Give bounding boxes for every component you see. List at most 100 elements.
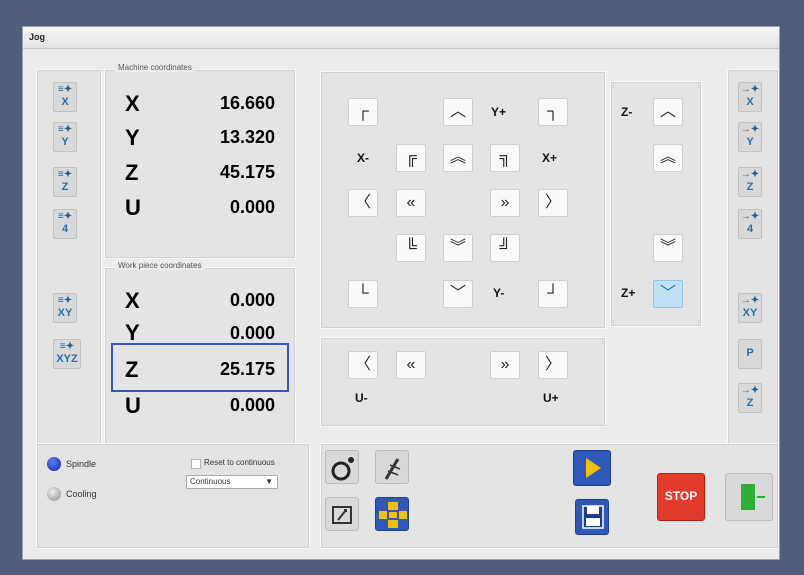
machine-value-x: 16.660 — [219, 93, 275, 113]
probe-icon — [331, 457, 354, 481]
run-button[interactable] — [573, 450, 611, 486]
jog-x-minus-fast-button[interactable]: « — [396, 189, 426, 217]
jog-z-minus-fast-button[interactable]: ︽ — [653, 144, 683, 172]
jog-y-minus-fast-button[interactable]: ︾ — [443, 234, 473, 262]
jog-corner-bottom-right-fast[interactable]: ╝ — [490, 234, 520, 262]
set-icon: →✦ — [740, 211, 760, 222]
go-button[interactable] — [725, 473, 773, 521]
set-icon: →✦ — [740, 385, 760, 396]
jog-y-minus-button[interactable]: ﹀ — [443, 280, 473, 308]
reset-continuous-label: Reset to continuous — [204, 458, 275, 467]
play-icon — [586, 458, 601, 478]
jog-x-plus-fast-button[interactable]: » — [490, 189, 520, 217]
set-icon: →✦ — [740, 295, 760, 306]
measure-button[interactable] — [325, 497, 359, 531]
jog-u-plus-fast-button[interactable]: » — [490, 351, 520, 379]
machine-axis-u: U — [125, 195, 141, 220]
probe-button[interactable] — [325, 450, 359, 484]
set-icon: →✦ — [740, 169, 760, 180]
machine-axis-y: Y — [125, 125, 140, 150]
jog-y-plus-label: Y+ — [491, 105, 507, 119]
spindle-indicator[interactable] — [47, 457, 61, 471]
zero-z-button[interactable]: ≡✦ Z — [53, 167, 77, 197]
workpiece-coordinates-title: Work piece coordinates — [115, 261, 205, 270]
jog-corner-top-left-fast[interactable]: ╔ — [396, 144, 426, 172]
jog-x-plus-button[interactable]: 〉 — [538, 189, 568, 217]
machine-axis-z: Z — [125, 160, 139, 185]
jog-u-plus-button[interactable]: 〉 — [538, 351, 568, 379]
machine-coordinates-title: Machine coordinates — [115, 63, 195, 72]
cooling-indicator[interactable] — [47, 487, 61, 501]
jog-corner-bottom-right[interactable]: ┘ — [538, 280, 568, 308]
zero-xyz-button[interactable]: ≡✦ XYZ — [53, 339, 81, 369]
jog-x-minus-button[interactable]: 〈 — [348, 189, 378, 217]
set-icon: →✦ — [740, 124, 760, 135]
zero-icon: ≡✦ — [57, 295, 73, 306]
machine-axis-x: X — [125, 91, 140, 116]
title-bar: Jog — [23, 27, 779, 49]
jog-corner-top-left[interactable]: ┌ — [348, 98, 378, 126]
jog-z-minus-button[interactable]: ︿ — [653, 98, 683, 126]
mode-select-value: Continuous — [190, 477, 231, 486]
jog-z-plus-label: Z+ — [621, 286, 636, 300]
machine-value-y: 13.320 — [219, 127, 275, 147]
jog-corner-bottom-left-fast[interactable]: ╚ — [396, 234, 426, 262]
tool-icon — [384, 458, 401, 480]
zero-4-button[interactable]: ≡✦ 4 — [53, 209, 77, 239]
set-xy-button[interactable]: →✦ XY — [738, 293, 762, 323]
jog-u-plus-label: U+ — [543, 391, 559, 405]
tool-length-button[interactable] — [375, 450, 409, 484]
exit-icon — [741, 484, 765, 510]
zero-x-button[interactable]: ≡✦ X — [53, 82, 77, 112]
jog-corner-top-right-fast[interactable]: ╗ — [490, 144, 520, 172]
workpiece-value-y: 0.000 — [229, 323, 275, 343]
jog-x-minus-label: X- — [357, 151, 369, 165]
jog-pad-icon — [379, 502, 407, 528]
jog-u-minus-button[interactable]: 〈 — [348, 351, 378, 379]
reset-continuous-checkbox[interactable] — [191, 459, 201, 469]
goto-p-button[interactable]: P — [738, 339, 762, 369]
window-title: Jog — [29, 32, 46, 42]
jog-u-minus-label: U- — [355, 391, 368, 405]
jog-corner-bottom-left[interactable]: └ — [348, 280, 378, 308]
save-button[interactable] — [575, 499, 609, 535]
workpiece-axis-x: X — [125, 288, 140, 313]
set-icon: →✦ — [740, 84, 760, 95]
workpiece-value-u: 0.000 — [229, 395, 275, 415]
zero-icon: ≡✦ — [59, 341, 75, 352]
set-y-button[interactable]: →✦ Y — [738, 122, 762, 152]
jog-x-plus-label: X+ — [542, 151, 558, 165]
jog-z-plus-fast-button[interactable]: ︾ — [653, 234, 683, 262]
stop-label: STOP — [664, 489, 698, 503]
jog-y-plus-button[interactable]: ︿ — [443, 98, 473, 126]
machine-value-u: 0.000 — [229, 197, 275, 217]
jog-window: Jog ≡✦ X ≡✦ Y ≡✦ Z ≡✦ 4 ≡✦ XY ≡✦ XYZ Machine c… — [22, 26, 780, 560]
zero-y-button[interactable]: ≡✦ Y — [53, 122, 77, 152]
zero-icon: ≡✦ — [57, 84, 73, 95]
jog-z-minus-label: Z- — [621, 105, 633, 119]
zero-xy-button[interactable]: ≡✦ XY — [53, 293, 77, 323]
jog-u-minus-fast-button[interactable]: « — [396, 351, 426, 379]
workpiece-z-highlight — [111, 343, 289, 392]
cooling-label: Cooling — [66, 489, 97, 499]
chevron-down-icon: ▼ — [265, 477, 273, 486]
jog-pad-button[interactable] — [375, 497, 409, 531]
workpiece-value-x: 0.000 — [229, 290, 275, 310]
set-x-button[interactable]: →✦ X — [738, 82, 762, 112]
zero-icon: ≡✦ — [57, 169, 73, 180]
zero-icon: ≡✦ — [57, 124, 73, 135]
jog-y-plus-fast-button[interactable]: ︽ — [443, 144, 473, 172]
set-z-lower-button[interactable]: →✦ Z — [738, 383, 762, 413]
jog-corner-top-right[interactable]: ┐ — [538, 98, 568, 126]
save-icon — [582, 505, 604, 529]
machine-value-z: 45.175 — [219, 162, 275, 182]
zero-icon: ≡✦ — [57, 211, 73, 222]
measure-icon — [332, 506, 352, 524]
spindle-label: Spindle — [66, 459, 97, 469]
mode-select[interactable]: Continuous ▼ — [186, 475, 278, 489]
set-z-button[interactable]: →✦ Z — [738, 167, 762, 197]
set-4-button[interactable]: →✦ 4 — [738, 209, 762, 239]
stop-button[interactable]: STOP — [657, 473, 705, 521]
jog-z-plus-button[interactable]: ﹀ — [653, 280, 683, 308]
jog-y-minus-label: Y- — [493, 286, 505, 300]
